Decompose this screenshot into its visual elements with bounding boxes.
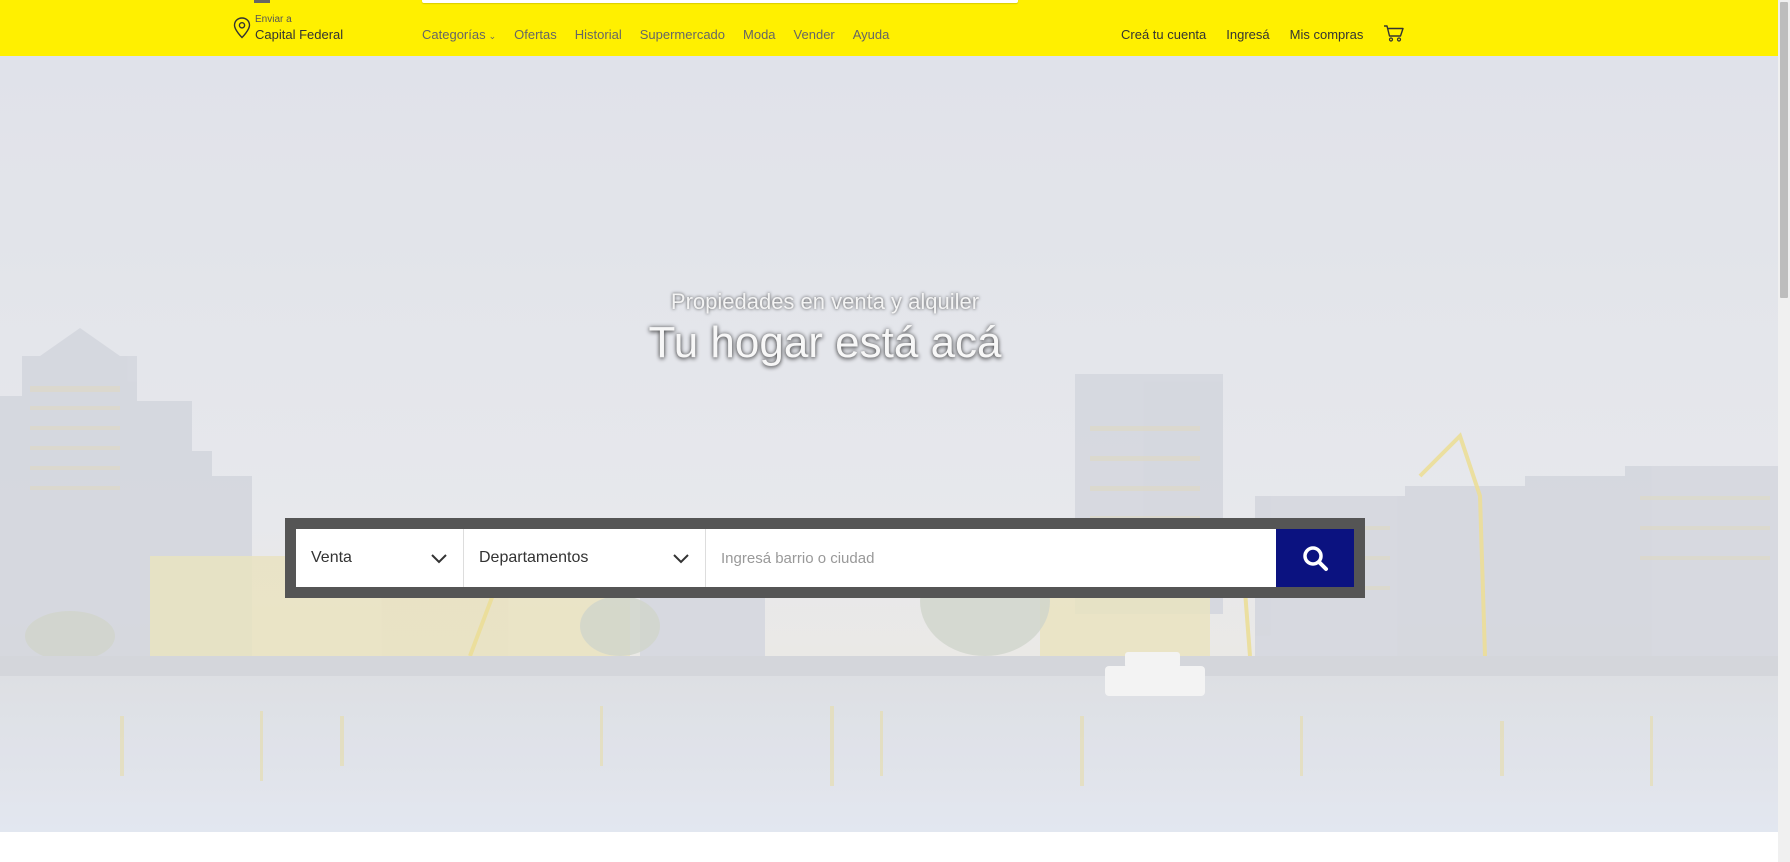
logo-fragment	[254, 0, 270, 3]
top-search-input-edge[interactable]	[422, 0, 1018, 3]
login-link[interactable]: Ingresá	[1226, 27, 1269, 42]
hero-subtitle: Propiedades en venta y alquiler	[670, 289, 980, 314]
main-nav: Categorías ⌄ Ofertas Historial Supermerca…	[422, 27, 907, 42]
hero-title: Tu hogar está acá	[648, 318, 1002, 367]
property-search-bar: Venta Departamentos Ingresá barrio o ciu…	[285, 518, 1365, 598]
account-nav: Creá tu cuenta Ingresá Mis compras	[1121, 24, 1405, 42]
shipping-label: Enviar a	[255, 14, 292, 25]
scrollbar-thumb[interactable]	[1780, 2, 1788, 298]
nav-ofertas[interactable]: Ofertas	[514, 27, 557, 42]
chevron-down-icon	[431, 554, 447, 564]
nav-categorias-label: Categorías	[422, 27, 486, 42]
nav-historial[interactable]: Historial	[575, 27, 622, 42]
city-waterfront-background	[0, 56, 1778, 832]
nav-supermercado[interactable]: Supermercado	[640, 27, 725, 42]
nav-vender[interactable]: Vender	[794, 27, 835, 42]
top-header: Enviar a Capital Federal Categorías ⌄ Ofe…	[0, 0, 1778, 56]
nav-ayuda[interactable]: Ayuda	[853, 27, 890, 42]
nav-categorias[interactable]: Categorías ⌄	[422, 27, 496, 42]
location-pin-icon	[233, 17, 251, 39]
operation-select[interactable]: Venta	[296, 529, 464, 587]
shipping-location[interactable]: Enviar a Capital Federal	[233, 15, 343, 41]
chevron-down-icon: ⌄	[488, 31, 497, 41]
chevron-down-icon	[673, 554, 689, 564]
search-button[interactable]	[1276, 529, 1354, 587]
cart-icon[interactable]	[1383, 24, 1405, 42]
property-type-select[interactable]: Departamentos	[464, 529, 706, 587]
page-scrollbar[interactable]	[1778, 0, 1790, 862]
location-search-placeholder: Ingresá barrio o ciudad	[721, 549, 875, 567]
search-icon	[1303, 546, 1328, 571]
operation-value: Venta	[311, 549, 352, 566]
location-search-input[interactable]: Ingresá barrio o ciudad	[706, 529, 1276, 587]
my-purchases-link[interactable]: Mis compras	[1290, 27, 1364, 42]
property-type-value: Departamentos	[479, 549, 589, 566]
shipping-city: Capital Federal	[255, 27, 344, 42]
create-account-link[interactable]: Creá tu cuenta	[1121, 27, 1206, 42]
nav-moda[interactable]: Moda	[743, 27, 776, 42]
hero-banner: Propiedades en venta y alquiler Tu hogar…	[0, 56, 1778, 832]
